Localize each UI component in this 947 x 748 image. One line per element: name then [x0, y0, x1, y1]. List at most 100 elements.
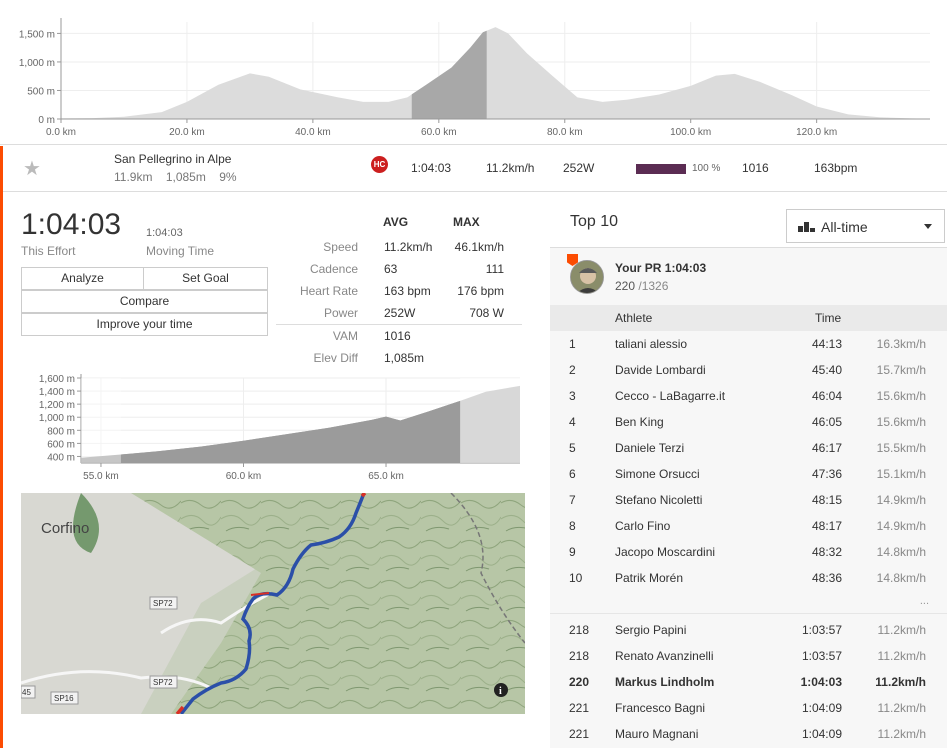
athlete-time: 1:03:57 — [801, 623, 842, 637]
selected-segment-indicator — [0, 146, 3, 748]
road-label-sp72-a: SP72 — [149, 596, 178, 610]
stats-divider — [276, 324, 522, 325]
elevation-area — [61, 27, 930, 120]
elevation-profile-svg[interactable]: 0 m 500 m 1,000 m 1,500 m 0.0 km 20.0 km 40.0 … — [0, 0, 947, 145]
outside-segment-overlay — [460, 378, 520, 463]
analyze-button[interactable]: Analyze — [21, 267, 144, 290]
y-tick-label: 1,400 m — [39, 387, 75, 398]
athlete-name[interactable]: Ben King — [615, 415, 664, 429]
table-row[interactable]: 2 Davide Lombardi 45:40 15.7km/h — [550, 357, 947, 383]
athlete-time: 1:04:09 — [801, 727, 842, 741]
athlete-name[interactable]: Jacopo Moscardini — [615, 545, 715, 559]
set-goal-button[interactable]: Set Goal — [143, 267, 268, 290]
map-canvas[interactable]: Corfino SP72 SP72 SP16 45 i — [21, 493, 525, 714]
stat-avg: 163 bpm — [384, 284, 431, 298]
stat-avg: 252W — [384, 306, 416, 320]
athlete-speed: 14.8km/h — [876, 571, 926, 585]
athlete-name[interactable]: Stefano Nicoletti — [615, 493, 702, 507]
athlete-name[interactable]: Davide Lombardi — [615, 363, 706, 377]
table-row[interactable]: 218 Renato Avanzinelli 1:03:57 11.2km/h — [550, 643, 947, 669]
table-row[interactable]: 10 Patrik Morén 48:36 14.8km/h — [550, 565, 947, 591]
athlete-rank: 218 — [569, 649, 590, 663]
moving-time: 1:04:03 — [146, 227, 183, 239]
leaderboard-ellipsis: ... — [919, 595, 929, 607]
segment-row[interactable]: ★ San Pellegrino in Alpe 11.9km 1,085m 9… — [3, 146, 947, 192]
stat-label: VAM — [332, 329, 358, 343]
leaderboard-filter-select[interactable]: All-time — [786, 209, 945, 243]
road-label-45: 45 — [21, 685, 36, 699]
table-row[interactable]: 218 Sergio Papini 1:03:57 11.2km/h — [550, 617, 947, 643]
athlete-time: 46:04 — [811, 389, 842, 403]
athlete-time: 1:03:57 — [801, 649, 842, 663]
svg-text:i: i — [499, 686, 502, 697]
athlete-time: 46:17 — [811, 441, 842, 455]
athlete-name[interactable]: Patrik Morén — [615, 571, 683, 585]
effort-time: 1:04:03 — [21, 208, 122, 241]
leaderboard-separator — [550, 613, 947, 614]
x-tick-label: 65.0 km — [368, 471, 404, 482]
athlete-time: 48:32 — [811, 545, 842, 559]
pr-title: Your PR 1:04:03 — [615, 261, 707, 275]
athlete-name[interactable]: Renato Avanzinelli — [615, 649, 714, 663]
leaderboard-row-current-athlete[interactable]: 220 Markus Lindholm 1:04:03 11.2km/h — [550, 669, 947, 695]
y-tick-label: 0 m — [38, 115, 55, 126]
table-row[interactable]: 8 Carlo Fino 48:17 14.9km/h — [550, 513, 947, 539]
table-row[interactable]: 221 Francesco Bagni 1:04:09 11.2km/h — [550, 695, 947, 721]
road-label: 45 — [22, 688, 31, 697]
athlete-name[interactable]: Carlo Fino — [615, 519, 670, 533]
table-row[interactable]: 5 Daniele Terzi 46:17 15.5km/h — [550, 435, 947, 461]
stat-row-heart-rate: Heart Rate 163 bpm 176 bpm — [270, 284, 510, 306]
avatar[interactable] — [570, 260, 604, 294]
athlete-rank: 220 — [569, 675, 590, 689]
athlete-name[interactable]: Daniele Terzi — [615, 441, 684, 455]
info-icon[interactable]: i — [494, 683, 508, 697]
segment-map[interactable]: Corfino SP72 SP72 SP16 45 i — [21, 493, 525, 714]
chevron-down-icon — [924, 224, 932, 229]
road-label: SP72 — [153, 678, 173, 687]
road-label: SP16 — [54, 694, 74, 703]
athlete-rank: 6 — [569, 467, 576, 481]
athlete-name[interactable]: taliani alessio — [615, 337, 687, 351]
table-row[interactable]: 3 Cecco - LaBagarre.it 46:04 15.6km/h — [550, 383, 947, 409]
athlete-rank: 9 — [569, 545, 576, 559]
improve-time-button[interactable]: Improve your time — [21, 313, 268, 336]
segment-elevation-svg[interactable]: 400 m 600 m 800 m 1,000 m 1,200 m 1,400 m 1,60… — [20, 370, 525, 490]
outside-segment-overlay — [81, 378, 121, 463]
stat-max: 46.1km/h — [454, 240, 504, 254]
stat-label: Elev Diff — [313, 351, 358, 365]
x-tick-label: 60.0 km — [226, 471, 262, 482]
star-icon[interactable]: ★ — [23, 156, 41, 181]
stat-row-cadence: Cadence 63 111 — [270, 262, 510, 284]
x-tick-label: 20.0 km — [169, 127, 205, 138]
avatar-image — [571, 261, 603, 293]
athlete-speed: 14.9km/h — [876, 493, 926, 507]
athlete-rank: 218 — [569, 623, 590, 637]
stat-max: 708 W — [469, 306, 504, 320]
x-tick-label: 40.0 km — [295, 127, 331, 138]
stat-label: Power — [323, 306, 358, 320]
elevation-profile-chart[interactable]: 0 m 500 m 1,000 m 1,500 m 0.0 km 20.0 km 40.0 … — [0, 0, 947, 145]
athlete-rank: 2 — [569, 363, 576, 377]
compare-button[interactable]: Compare — [21, 290, 268, 313]
athlete-name[interactable]: Mauro Magnani — [615, 727, 698, 741]
athlete-name[interactable]: Markus Lindholm — [615, 675, 714, 689]
athlete-name[interactable]: Sergio Papini — [615, 623, 686, 637]
athlete-name[interactable]: Simone Orsucci — [615, 467, 700, 481]
segment-distance: 11.9km — [114, 170, 153, 184]
table-row[interactable]: 7 Stefano Nicoletti 48:15 14.9km/h — [550, 487, 947, 513]
table-row[interactable]: 221 Mauro Magnani 1:04:09 11.2km/h — [550, 721, 947, 747]
table-row[interactable]: 1 taliani alessio 44:13 16.3km/h — [550, 331, 947, 357]
table-row[interactable]: 6 Simone Orsucci 47:36 15.1km/h — [550, 461, 947, 487]
athlete-rank: 7 — [569, 493, 576, 507]
segment-name[interactable]: San Pellegrino in Alpe — [114, 152, 231, 166]
athlete-speed: 11.2km/h — [877, 727, 926, 741]
segment-elevation-chart[interactable]: 400 m 600 m 800 m 1,000 m 1,200 m 1,400 m 1,60… — [20, 370, 525, 495]
y-tick-label: 1,200 m — [39, 400, 75, 411]
x-tick-label: 100.0 km — [670, 127, 711, 138]
table-row[interactable]: 9 Jacopo Moscardini 48:32 14.8km/h — [550, 539, 947, 565]
athlete-time: 48:36 — [811, 571, 842, 585]
athlete-name[interactable]: Cecco - LaBagarre.it — [615, 389, 725, 403]
table-row[interactable]: 4 Ben King 46:05 15.6km/h — [550, 409, 947, 435]
segment-grade: 9% — [219, 170, 237, 184]
athlete-name[interactable]: Francesco Bagni — [615, 701, 705, 715]
